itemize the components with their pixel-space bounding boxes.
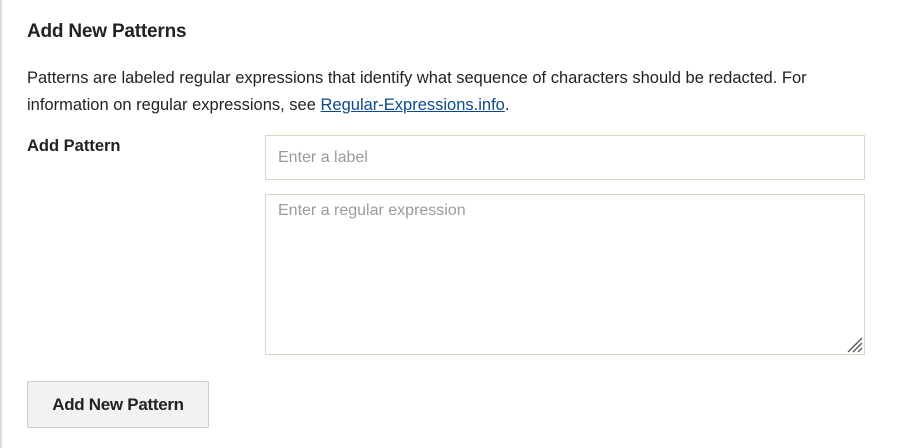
add-pattern-label: Add Pattern [27, 137, 121, 155]
pattern-label-input[interactable] [265, 135, 865, 180]
panel-left-border [0, 0, 2, 448]
pattern-regex-textarea[interactable] [265, 194, 865, 355]
add-new-patterns-section: Add New Patterns Patterns are labeled re… [27, 0, 877, 448]
regular-expressions-link[interactable]: Regular-Expressions.info [321, 96, 505, 114]
add-new-pattern-button[interactable]: Add New Pattern [27, 381, 209, 428]
resize-grip-icon[interactable] [845, 335, 863, 353]
section-title: Add New Patterns [27, 21, 187, 42]
description-end: . [504, 96, 510, 114]
section-description: Patterns are labeled regular expressions… [27, 65, 847, 119]
